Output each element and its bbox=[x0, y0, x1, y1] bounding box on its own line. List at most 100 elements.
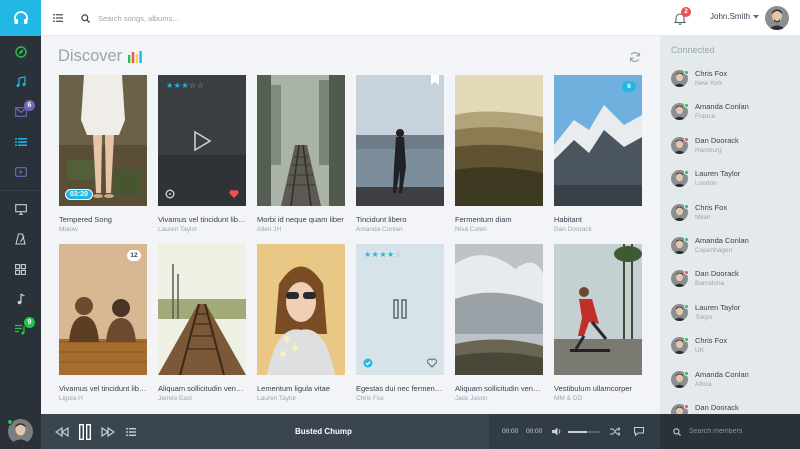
user-avatar[interactable] bbox=[765, 6, 789, 30]
member-name[interactable]: Dan Doorack bbox=[695, 269, 739, 278]
album-title[interactable]: Vestibulum ullamcorper bbox=[554, 384, 642, 393]
member-name[interactable]: Chris Fox bbox=[695, 69, 727, 78]
bookmark-icon[interactable] bbox=[431, 75, 439, 85]
member-item[interactable]: Chris Fox New York bbox=[671, 69, 796, 95]
album-cover[interactable]: ★★★★☆ bbox=[356, 244, 444, 375]
member-item[interactable]: Lauren Taylor Tokyo bbox=[671, 303, 796, 329]
nav-video[interactable] bbox=[0, 157, 41, 187]
album-artist[interactable]: MM & DD bbox=[554, 395, 642, 402]
album-cover[interactable] bbox=[158, 244, 246, 375]
album-card[interactable]: ★★★☆☆ Vivamus vel tincidunt libero, vita… bbox=[158, 75, 246, 233]
member-name[interactable]: Lauren Taylor bbox=[695, 169, 740, 178]
member-name[interactable]: Amanda Conlan bbox=[695, 236, 749, 245]
album-card[interactable]: 03:20 Tempered Song Miaow bbox=[59, 75, 147, 233]
member-name[interactable]: Chris Fox bbox=[695, 336, 727, 345]
rating-stars[interactable]: ★★★★☆ bbox=[364, 250, 402, 259]
refresh-icon[interactable] bbox=[629, 51, 641, 63]
nav-music[interactable] bbox=[0, 67, 41, 97]
album-cover[interactable]: 6 bbox=[554, 75, 642, 206]
member-name[interactable]: Dan Doorack bbox=[695, 403, 739, 412]
album-title[interactable]: Aliquam sollicitudin venenatis bbox=[158, 384, 246, 393]
album-artist[interactable]: Dan Doorack bbox=[554, 226, 642, 233]
album-artist[interactable]: Amanda Conlan bbox=[356, 226, 444, 233]
album-title[interactable]: Fermentum diam bbox=[455, 215, 543, 224]
member-item[interactable]: Dan Doorack bbox=[671, 403, 796, 414]
play-icon[interactable] bbox=[192, 130, 212, 152]
nav-discover[interactable] bbox=[0, 37, 41, 67]
member-item[interactable]: Dan Doorack Barcelona bbox=[671, 269, 796, 295]
album-title[interactable]: Tincidunt libero bbox=[356, 215, 444, 224]
album-card[interactable]: Fermentum diam Nisa Colen bbox=[455, 75, 543, 233]
heart-icon[interactable] bbox=[229, 189, 239, 199]
album-card[interactable]: ★★★★☆ Egestas dui nec fermentum Chris Fo… bbox=[356, 244, 444, 402]
chat-button[interactable] bbox=[633, 423, 645, 440]
nav-grid[interactable] bbox=[0, 254, 41, 284]
members-search-input[interactable] bbox=[689, 428, 789, 435]
album-cover[interactable] bbox=[455, 244, 543, 375]
previous-button[interactable] bbox=[54, 423, 70, 440]
nav-messages[interactable]: 6 bbox=[0, 97, 41, 127]
album-cover[interactable] bbox=[455, 75, 543, 206]
brand-logo[interactable] bbox=[0, 0, 41, 36]
member-item[interactable]: Amanda Conlan Africa bbox=[671, 370, 796, 396]
pause-icon[interactable] bbox=[393, 299, 407, 319]
notifications-button[interactable]: 2 bbox=[672, 7, 691, 26]
shuffle-button[interactable] bbox=[609, 423, 621, 440]
album-artist[interactable]: Lauren Taylor bbox=[158, 226, 246, 233]
album-card[interactable]: 12 Vivamus vel tincidunt libero Ligula H bbox=[59, 244, 147, 402]
album-cover[interactable]: ★★★☆☆ bbox=[158, 75, 246, 206]
member-item[interactable]: Dan Doorack Hamburg bbox=[671, 136, 796, 162]
member-name[interactable]: Dan Doorack bbox=[695, 136, 739, 145]
nav-playlist[interactable]: 9 bbox=[0, 314, 41, 344]
album-title[interactable]: Vivamus vel tincidunt libero bbox=[59, 384, 147, 393]
member-name[interactable]: Chris Fox bbox=[695, 203, 727, 212]
nav-metronome[interactable] bbox=[0, 224, 41, 254]
album-title[interactable]: Aliquam sollicitudin venenatis bbox=[455, 384, 543, 393]
album-artist[interactable]: Lauren Taylor bbox=[257, 395, 345, 402]
album-title[interactable]: Lementum ligula vitae bbox=[257, 384, 345, 393]
member-name[interactable]: Amanda Conlan bbox=[695, 102, 749, 111]
rating-stars[interactable]: ★★★☆☆ bbox=[166, 81, 204, 90]
album-title[interactable]: Morbi id neque quam liber bbox=[257, 215, 345, 224]
member-item[interactable]: Chris Fox Milan bbox=[671, 203, 796, 229]
album-card[interactable]: Morbi id neque quam liber Allen JH bbox=[257, 75, 345, 233]
search-input[interactable] bbox=[98, 13, 248, 23]
volume-slider[interactable] bbox=[568, 431, 600, 433]
volume-button[interactable] bbox=[551, 423, 563, 440]
album-artist[interactable]: Nisa Colen bbox=[455, 226, 543, 233]
album-artist[interactable]: Chris Fox bbox=[356, 395, 444, 402]
album-title[interactable]: Vivamus vel tincidunt libero, vitae bbox=[158, 215, 246, 224]
album-card[interactable]: Tincidunt libero Amanda Conlan bbox=[356, 75, 444, 233]
playlist-button[interactable] bbox=[124, 423, 138, 440]
album-card[interactable]: 6 Habitant Dan Doorack bbox=[554, 75, 642, 233]
member-name[interactable]: Amanda Conlan bbox=[695, 370, 749, 379]
next-button[interactable] bbox=[100, 423, 116, 440]
album-card[interactable]: Aliquam sollicitudin venenatis Jack Jaso… bbox=[455, 244, 543, 402]
pause-button[interactable] bbox=[77, 423, 93, 440]
user-menu[interactable]: John.Smith bbox=[710, 12, 760, 21]
album-title[interactable]: Habitant bbox=[554, 215, 642, 224]
album-cover[interactable]: 12 bbox=[59, 244, 147, 375]
nav-monitor[interactable] bbox=[0, 194, 41, 224]
album-cover[interactable] bbox=[257, 75, 345, 206]
member-item[interactable]: Chris Fox UK bbox=[671, 336, 796, 362]
member-item[interactable]: Amanda Conlan France bbox=[671, 102, 796, 128]
album-card[interactable]: Aliquam sollicitudin venenatis James Eas… bbox=[158, 244, 246, 402]
album-title[interactable]: Egestas dui nec fermentum bbox=[356, 384, 444, 393]
menu-toggle-button[interactable] bbox=[51, 11, 65, 25]
album-cover[interactable] bbox=[257, 244, 345, 375]
member-item[interactable]: Amanda Conlan Copenhagen bbox=[671, 236, 796, 262]
album-artist[interactable]: Jack Jason bbox=[455, 395, 543, 402]
member-name[interactable]: Lauren Taylor bbox=[695, 303, 740, 312]
album-title[interactable]: Tempered Song bbox=[59, 215, 147, 224]
check-circle-icon[interactable] bbox=[363, 358, 373, 368]
album-cover[interactable] bbox=[554, 244, 642, 375]
album-artist[interactable]: Ligula H bbox=[59, 395, 147, 402]
disc-icon[interactable] bbox=[165, 189, 175, 199]
album-card[interactable]: Vestibulum ullamcorper MM & DD bbox=[554, 244, 642, 402]
album-artist[interactable]: Miaow bbox=[59, 226, 147, 233]
album-artist[interactable]: James East bbox=[158, 395, 246, 402]
album-artist[interactable]: Allen JH bbox=[257, 226, 345, 233]
album-card[interactable]: Lementum ligula vitae Lauren Taylor bbox=[257, 244, 345, 402]
album-cover[interactable]: 03:20 bbox=[59, 75, 147, 206]
